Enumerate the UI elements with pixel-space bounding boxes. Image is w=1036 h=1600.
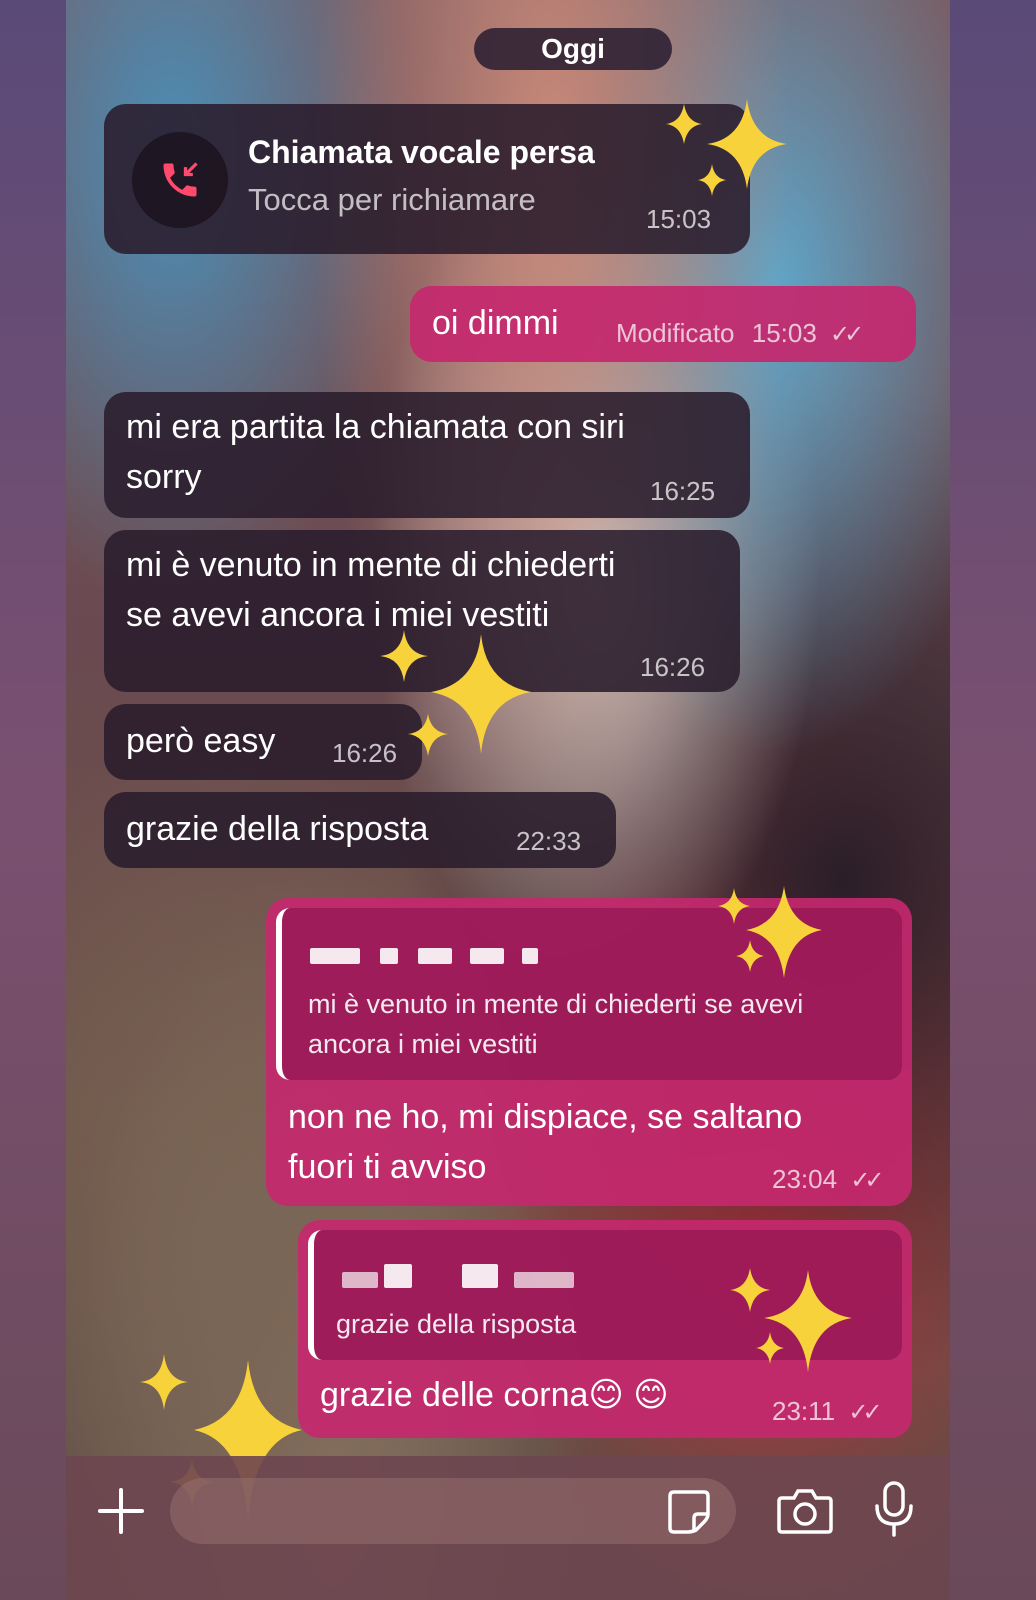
message-bubble-in[interactable]: però easy 16:26 [104,704,422,780]
quoted-text-line: grazie della risposta [336,1309,577,1339]
redacted-sender [514,1272,574,1288]
message-time: 15:03 [751,318,817,348]
chat-background: Oggi Chiamata vocale persa Tocca per ric… [66,0,950,1600]
message-line: sorry [126,458,202,496]
message-line: non ne ho, mi dispiace, se saltano [288,1098,803,1136]
message-bubble-in[interactable]: grazie della risposta 22:33 [104,792,616,868]
redacted-sender [380,948,398,964]
sparkles-icon [730,1268,852,1372]
redacted-sender [342,1272,378,1288]
message-text: oi dimmi [432,304,559,342]
sparkles-icon [666,99,787,196]
redacted-sender [462,1264,498,1288]
message-input[interactable] [170,1478,736,1544]
message-meta: 23:04 ✓✓ [772,1164,885,1195]
missed-call-icon [132,132,228,228]
camera-icon[interactable] [776,1486,834,1541]
message-input-bar [66,1456,950,1600]
sticker-icon[interactable] [666,1488,712,1539]
redacted-sender [384,1264,412,1288]
message-time: 23:04 [772,1164,838,1194]
quoted-text-line: mi è venuto in mente di chiederti se ave… [308,989,804,1019]
edited-label: Modificato [616,318,735,348]
message-meta: 23:11 ✓✓ [772,1396,883,1427]
message-bubble-in[interactable]: mi era partita la chiamata con siri sorr… [104,392,750,518]
message-bubble-out[interactable]: oi dimmi Modificato 15:03 ✓✓ [410,286,916,362]
microphone-icon[interactable] [872,1480,916,1543]
message-line: mi era partita la chiamata con siri [126,408,625,446]
read-ticks-icon: ✓✓ [848,1399,882,1426]
message-text: grazie delle corna😊 😊 [320,1376,669,1414]
message-text: grazie della risposta [126,810,429,848]
message-time: 16:26 [640,652,706,682]
missed-call-bubble[interactable]: Chiamata vocale persa Tocca per richiama… [104,104,750,254]
message-line: fuori ti avviso [288,1148,487,1186]
date-separator: Oggi [474,28,672,70]
redacted-sender [310,948,360,964]
message-meta: Modificato 15:03 ✓✓ [616,318,864,349]
missed-call-subtitle: Tocca per richiamare [248,182,536,217]
redacted-sender [418,948,452,964]
message-time: 22:33 [516,826,582,856]
redacted-sender [522,948,538,964]
plus-icon[interactable] [96,1486,146,1541]
message-time: 16:25 [650,476,716,506]
quoted-text-line: ancora i miei vestiti [308,1029,538,1059]
message-text: però easy [126,722,276,760]
message-time: 23:11 [772,1396,836,1426]
read-ticks-icon: ✓✓ [830,321,864,348]
missed-call-title: Chiamata vocale persa [248,134,595,170]
message-line: mi è venuto in mente di chiederti [126,546,616,584]
sparkles-icon [380,630,531,756]
sparkles-icon [718,886,822,978]
redacted-sender [470,948,504,964]
read-ticks-icon: ✓✓ [850,1167,884,1194]
